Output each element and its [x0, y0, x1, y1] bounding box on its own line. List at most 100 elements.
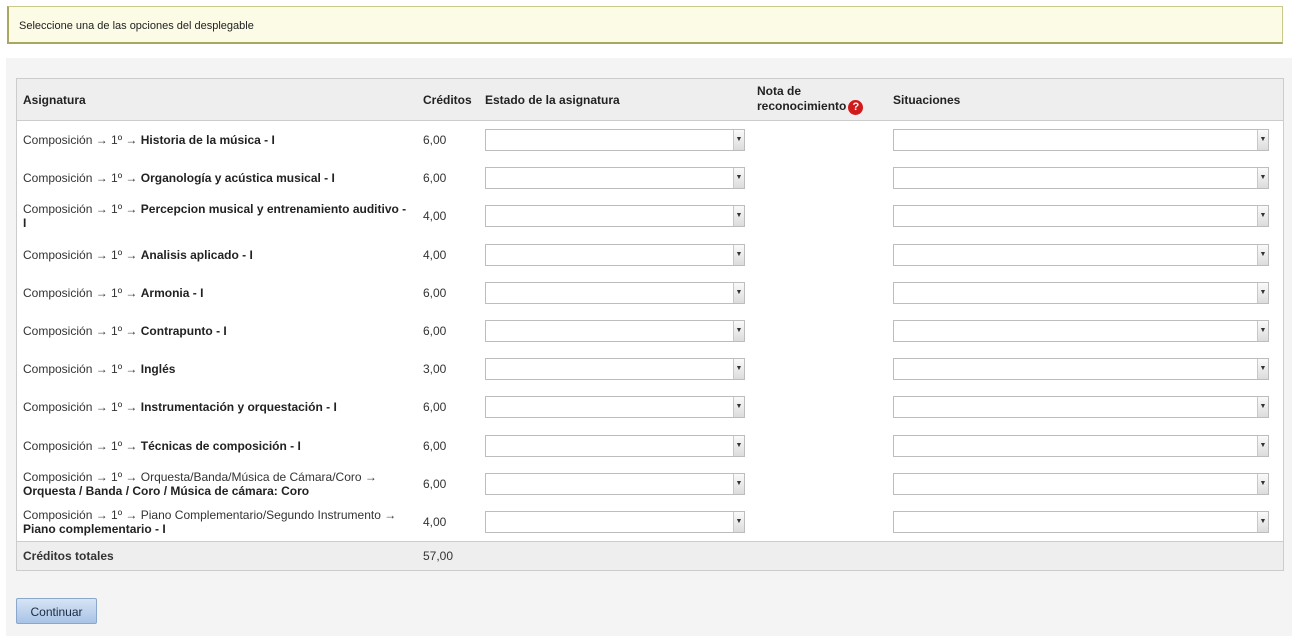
table-header-row: Asignatura Créditos Estado de la asignat…: [16, 78, 1284, 121]
chevron-down-icon[interactable]: ▼: [733, 435, 744, 456]
chevron-down-icon[interactable]: ▼: [733, 168, 744, 189]
state-select[interactable]: ▼: [485, 167, 745, 190]
subject-path: Composición → 1º →: [23, 285, 141, 300]
state-select[interactable]: ▼: [485, 358, 745, 381]
table-row: Composición → 1º → Percepcion musical y …: [17, 197, 1284, 235]
situation-cell: ▼: [887, 236, 1284, 274]
subject-cell: Composición → 1º → Inglés: [17, 350, 418, 388]
table-row: Composición → 1º → Orquesta/Banda/Música…: [17, 465, 1284, 503]
note-cell: [751, 236, 887, 274]
state-select[interactable]: ▼: [485, 472, 745, 495]
credits-cell: 4,00: [423, 247, 447, 262]
chevron-down-icon[interactable]: ▼: [733, 359, 744, 380]
chevron-down-icon[interactable]: ▼: [1257, 435, 1268, 456]
subjects-panel: Asignatura Créditos Estado de la asignat…: [6, 58, 1292, 636]
chevron-down-icon[interactable]: ▼: [1257, 397, 1268, 418]
table-row: Composición → 1º → Contrapunto - I 6,00 ▼ ▼: [17, 312, 1284, 350]
total-row: Créditos totales 57,00: [16, 541, 1284, 571]
chevron-down-icon[interactable]: ▼: [733, 473, 744, 494]
chevron-down-icon[interactable]: ▼: [733, 130, 744, 151]
subject-path: Composición → 1º →: [23, 438, 141, 453]
chevron-down-icon[interactable]: ▼: [733, 244, 744, 265]
chevron-down-icon[interactable]: ▼: [733, 397, 744, 418]
subject-cell: Composición → 1º → Contrapunto - I: [17, 312, 418, 350]
note-cell: [751, 503, 887, 542]
situation-select[interactable]: ▼: [893, 358, 1269, 381]
state-cell: ▼: [479, 427, 751, 465]
subject-name: Armonia - I: [140, 285, 204, 300]
chevron-down-icon[interactable]: ▼: [1257, 359, 1268, 380]
situation-cell: ▼: [887, 274, 1284, 312]
subject-name: Organología y acústica musical - I: [140, 171, 335, 186]
situation-cell: ▼: [887, 350, 1284, 388]
chevron-down-icon[interactable]: ▼: [1257, 168, 1268, 189]
subject-cell: Composición → 1º → Percepcion musical y …: [17, 197, 418, 235]
chevron-down-icon[interactable]: ▼: [733, 321, 744, 342]
table-row: Composición → 1º → Armonia - I 6,00 ▼ ▼: [17, 274, 1284, 312]
note-cell: [751, 121, 887, 160]
situation-select[interactable]: ▼: [893, 281, 1269, 304]
subject-path: Composición → 1º →: [23, 171, 141, 186]
note-cell: [751, 197, 887, 235]
chevron-down-icon[interactable]: ▼: [1257, 282, 1268, 303]
chevron-down-icon[interactable]: ▼: [1257, 130, 1268, 151]
state-cell: ▼: [479, 312, 751, 350]
subject-path: Composición → 1º →: [23, 324, 141, 339]
situation-select[interactable]: ▼: [893, 396, 1269, 419]
subject-cell: Composición → 1º → Orquesta/Banda/Música…: [17, 465, 418, 503]
state-cell: ▼: [479, 121, 751, 160]
header-state: Estado de la asignatura: [479, 78, 751, 121]
chevron-down-icon[interactable]: ▼: [1257, 511, 1268, 532]
state-select[interactable]: ▼: [485, 396, 745, 419]
chevron-down-icon[interactable]: ▼: [1257, 206, 1268, 227]
state-select[interactable]: ▼: [485, 510, 745, 533]
situation-select[interactable]: ▼: [893, 129, 1269, 152]
credits-cell: 6,00: [423, 438, 447, 453]
header-credits: Créditos: [417, 78, 479, 121]
total-value: 57,00: [417, 541, 479, 571]
chevron-down-icon[interactable]: ▼: [733, 511, 744, 532]
situation-select[interactable]: ▼: [893, 510, 1269, 533]
table-row: Composición → 1º → Piano Complementario/…: [17, 503, 1284, 542]
state-select[interactable]: ▼: [485, 243, 745, 266]
continue-button[interactable]: Continuar: [16, 598, 97, 624]
subject-path: Composición → 1º →: [23, 202, 141, 217]
state-select[interactable]: ▼: [485, 434, 745, 457]
subject-cell: Composición → 1º → Armonia - I: [17, 274, 418, 312]
table-row: Composición → 1º → Inglés 3,00 ▼ ▼: [17, 350, 1284, 388]
credits-cell: 4,00: [423, 209, 447, 224]
subject-name: Piano complementario - I: [23, 521, 166, 536]
subject-name: Inglés: [140, 362, 176, 377]
situation-select[interactable]: ▼: [893, 167, 1269, 190]
chevron-down-icon[interactable]: ▼: [1257, 473, 1268, 494]
subject-name: Técnicas de composición - I: [140, 438, 301, 453]
state-select[interactable]: ▼: [485, 205, 745, 228]
situation-select[interactable]: ▼: [893, 320, 1269, 343]
question-circle-icon[interactable]: ?: [848, 99, 864, 115]
table-row: Composición → 1º → Organología y acústic…: [17, 159, 1284, 197]
state-select[interactable]: ▼: [485, 129, 745, 152]
state-select[interactable]: ▼: [485, 320, 745, 343]
chevron-down-icon[interactable]: ▼: [733, 282, 744, 303]
chevron-down-icon[interactable]: ▼: [733, 206, 744, 227]
credits-cell: 6,00: [423, 400, 447, 415]
chevron-down-icon[interactable]: ▼: [1257, 321, 1268, 342]
header-note-line2: reconocimiento: [757, 99, 847, 114]
table-row: Composición → 1º → Técnicas de composici…: [17, 427, 1284, 465]
state-cell: ▼: [479, 197, 751, 235]
chevron-down-icon[interactable]: ▼: [1257, 244, 1268, 265]
situation-cell: ▼: [887, 427, 1284, 465]
situation-select[interactable]: ▼: [893, 434, 1269, 457]
situation-select[interactable]: ▼: [893, 243, 1269, 266]
situation-select[interactable]: ▼: [893, 205, 1269, 228]
subject-path: Composición → 1º →: [23, 133, 141, 148]
state-cell: ▼: [479, 236, 751, 274]
state-select[interactable]: ▼: [485, 281, 745, 304]
credits-cell: 3,00: [423, 362, 447, 377]
subject-path: Composición → 1º → Piano Complementario/…: [23, 507, 397, 522]
situation-select[interactable]: ▼: [893, 472, 1269, 495]
subject-cell: Composición → 1º → Historia de la música…: [17, 121, 418, 160]
note-cell: [751, 465, 887, 503]
header-situations: Situaciones: [887, 78, 1284, 121]
info-notice: Seleccione una de las opciones del despl…: [7, 6, 1283, 44]
